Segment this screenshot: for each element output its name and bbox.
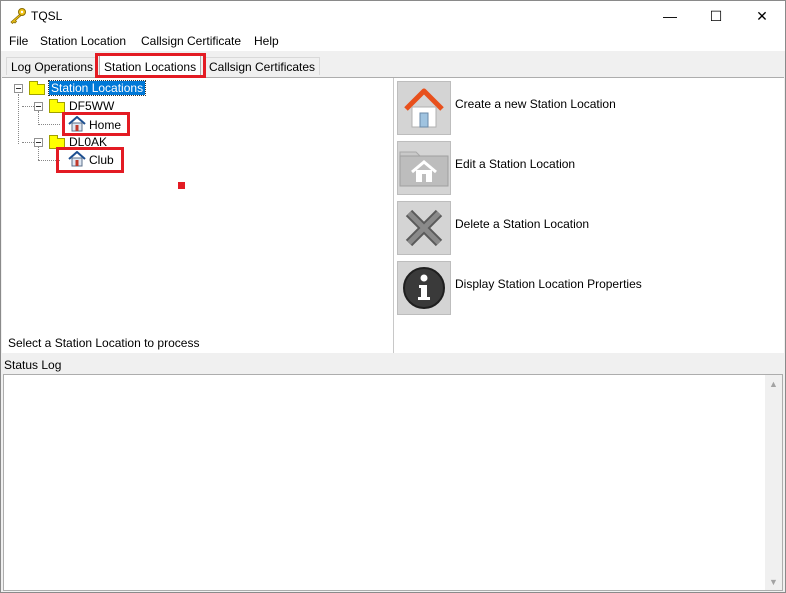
key-icon: [10, 8, 26, 24]
close-button[interactable]: ✕: [739, 1, 785, 31]
tree-collapse-df5ww[interactable]: [34, 102, 43, 111]
red-marker: [178, 182, 185, 189]
status-log-label: Status Log: [4, 358, 62, 372]
house-create-icon: [404, 88, 444, 128]
menu-help[interactable]: Help: [254, 34, 279, 48]
display-properties-label[interactable]: Display Station Location Properties: [455, 277, 642, 291]
menu-bar: File Station Location Callsign Certifica…: [1, 31, 785, 51]
folder-icon: [29, 81, 45, 95]
display-properties-button[interactable]: [397, 261, 451, 315]
maximize-button[interactable]: ☐: [693, 1, 739, 31]
tab-callsign-certificates[interactable]: Callsign Certificates: [204, 57, 321, 75]
tree-connector: [38, 111, 39, 125]
window-title: TQSL: [31, 9, 63, 23]
info-icon: [403, 267, 445, 309]
house-icon: [68, 151, 86, 167]
edit-location-button[interactable]: [397, 141, 451, 195]
scroll-up-icon[interactable]: ▲: [765, 375, 782, 392]
tree-item-club[interactable]: Club: [89, 153, 114, 167]
scroll-down-icon[interactable]: ▼: [765, 573, 782, 590]
delete-location-label[interactable]: Delete a Station Location: [455, 217, 589, 231]
tree-connector: [38, 147, 39, 160]
panel-divider: [393, 78, 394, 353]
status-log-scrollbar[interactable]: ▲ ▼: [765, 375, 782, 590]
tree-item-dl0ak[interactable]: DL0AK: [69, 135, 107, 149]
folder-icon: [49, 135, 65, 149]
create-location-label[interactable]: Create a new Station Location: [455, 97, 616, 111]
select-hint-text: Select a Station Location to process: [8, 336, 200, 350]
title-bar: TQSL — ☐ ✕: [1, 1, 785, 31]
x-delete-icon: [405, 209, 443, 247]
tree-connector: [18, 94, 19, 144]
status-log-textarea[interactable]: ▲ ▼: [3, 374, 783, 591]
tab-log-operations[interactable]: Log Operations: [6, 57, 99, 75]
station-locations-panel: Station Locations DF5WW Home DL0AK Club …: [2, 77, 784, 353]
tree-item-home[interactable]: Home: [89, 118, 121, 132]
folder-house-edit-icon: [399, 151, 449, 187]
menu-station-location[interactable]: Station Location: [40, 34, 126, 48]
edit-location-label[interactable]: Edit a Station Location: [455, 157, 575, 171]
tab-strip: Log Operations Station Locations Callsig…: [1, 53, 785, 78]
minimize-button[interactable]: —: [647, 1, 693, 31]
menu-file[interactable]: File: [9, 34, 28, 48]
house-icon: [68, 116, 86, 132]
station-tree: Station Locations DF5WW Home DL0AK Club …: [2, 78, 392, 353]
create-location-button[interactable]: [397, 81, 451, 135]
tree-item-df5ww[interactable]: DF5WW: [69, 99, 114, 113]
app-window: TQSL — ☐ ✕ File Station Location Callsig…: [0, 0, 786, 593]
menu-callsign-certificate[interactable]: Callsign Certificate: [141, 34, 241, 48]
tree-collapse-dl0ak[interactable]: [34, 138, 43, 147]
tree-collapse-root[interactable]: [14, 84, 23, 93]
tab-station-locations[interactable]: Station Locations: [99, 55, 202, 77]
delete-location-button[interactable]: [397, 201, 451, 255]
tree-connector: [38, 160, 60, 161]
folder-icon: [49, 99, 65, 113]
tree-connector: [38, 124, 60, 125]
tree-item-station-locations[interactable]: Station Locations: [47, 80, 147, 96]
